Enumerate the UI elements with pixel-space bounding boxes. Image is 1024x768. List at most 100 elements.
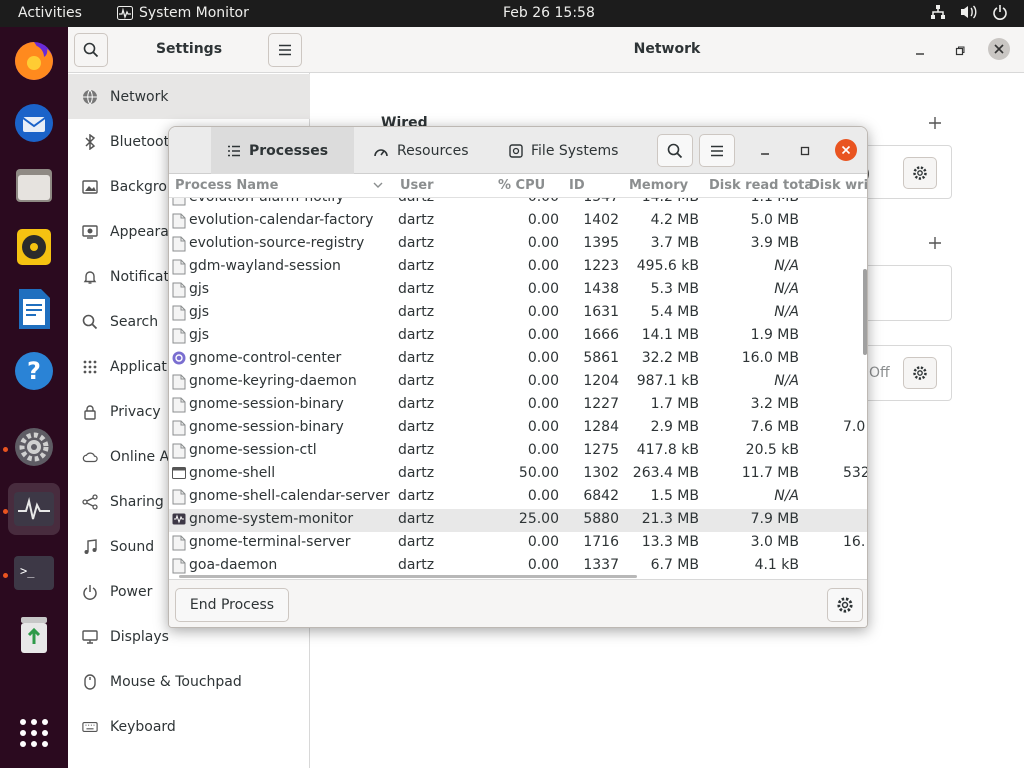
column-process-name[interactable]: Process Name	[175, 178, 278, 193]
system-monitor-launcher[interactable]	[8, 483, 60, 535]
table-row[interactable]: evolution-calendar-factory dartz 0.00 1402 4…	[169, 210, 867, 233]
app-menu[interactable]: System Monitor	[117, 5, 249, 21]
close-icon	[841, 145, 851, 155]
sysmon-maximize-button[interactable]	[793, 139, 817, 163]
column-id[interactable]: ID	[569, 178, 585, 193]
end-process-button[interactable]: End Process	[175, 588, 289, 622]
cell-memory: 14.1 MB	[641, 327, 699, 343]
cell-cpu: 50.00	[518, 465, 559, 481]
process-properties-button[interactable]	[827, 588, 863, 622]
table-row[interactable]: gnome-control-center dartz 0.00 5861 32.2 MB…	[169, 348, 867, 371]
process-search-button[interactable]	[657, 134, 693, 167]
settings-minimize-button[interactable]	[908, 39, 932, 63]
horizontal-scrollbar[interactable]	[179, 575, 637, 578]
column-user[interactable]: User	[400, 178, 434, 193]
table-row[interactable]: gnome-keyring-daemon dartz 0.00 1204 987.1 k…	[169, 371, 867, 394]
table-row[interactable]: gnome-session-binary dartz 0.00 1227 1.7 MB 3…	[169, 394, 867, 417]
writer-launcher[interactable]	[8, 283, 60, 335]
thunderbird-launcher[interactable]	[8, 97, 60, 149]
table-row[interactable]: gnome-session-binary dartz 0.00 1284 2.9 MB 7…	[169, 417, 867, 440]
settings-menu-button[interactable]	[268, 33, 302, 67]
vertical-scrollbar[interactable]	[863, 269, 867, 355]
sidebar-item-keyboard[interactable]: Keyboard	[68, 704, 310, 749]
tab-resources[interactable]: Resources	[357, 127, 485, 174]
sysmon-close-button[interactable]	[835, 139, 857, 161]
share-icon	[82, 493, 98, 510]
table-row[interactable]: gnome-terminal-server dartz 0.00 1716 13.3 M…	[169, 532, 867, 555]
cell-process-name: gnome-session-binary	[189, 396, 344, 412]
cloud-icon	[82, 449, 98, 465]
table-row[interactable]: gnome-system-monitor dartz 25.00 5880 21.3 M…	[169, 509, 867, 532]
activities-button[interactable]: Activities	[18, 5, 82, 21]
files-launcher[interactable]	[8, 159, 60, 211]
cell-id: 1223	[583, 258, 619, 274]
window-icon	[172, 466, 186, 482]
table-row[interactable]: gjs dartz 0.00 1438 5.3 MB N/A	[169, 279, 867, 302]
rhythmbox-launcher[interactable]	[8, 221, 60, 273]
cell-disk-read: 5.0 MB	[750, 212, 799, 228]
cell-memory: 2.9 MB	[650, 419, 699, 435]
column-disk-read[interactable]: Disk read tota	[709, 178, 813, 193]
table-row[interactable]: evolution-alarm-notify dartz 0.00 154714.2 …	[169, 198, 867, 210]
system-monitor-footer: End Process	[169, 579, 867, 627]
help-launcher[interactable]: ?	[8, 345, 60, 397]
firefox-launcher[interactable]	[8, 35, 60, 87]
cell-user: dartz	[398, 350, 435, 366]
column-cpu[interactable]: % CPU	[498, 178, 545, 193]
clock[interactable]: Feb 26 15:58	[503, 5, 595, 21]
cell-user: dartz	[398, 373, 435, 389]
show-apps-button[interactable]	[8, 707, 60, 759]
add-wired-button[interactable]	[928, 111, 942, 135]
column-disk-write[interactable]: Disk writ	[809, 178, 867, 193]
cell-cpu: 0.00	[527, 442, 559, 458]
trash-launcher[interactable]	[8, 609, 60, 661]
cell-disk-read: 3.9 MB	[750, 235, 799, 251]
table-row[interactable]: gdm-wayland-session dartz 0.00 1223 495.6 kB…	[169, 256, 867, 279]
process-icon	[172, 236, 186, 252]
cell-cpu: 0.00	[527, 235, 559, 251]
search-icon	[667, 143, 683, 158]
terminal-launcher[interactable]: >_	[8, 547, 60, 599]
cell-process-name: gnome-shell-calendar-server	[189, 488, 390, 504]
cell-cpu: 0.00	[527, 396, 559, 412]
sidebar-item-network[interactable]: Network	[68, 74, 310, 119]
table-row[interactable]: gnome-shell-calendar-server dartz 0.00 6842…	[169, 486, 867, 509]
proxy-settings-button[interactable]	[903, 357, 937, 389]
table-row[interactable]: gnome-shell dartz 50.00 1302 263.4 MB 11.7 MB…	[169, 463, 867, 486]
sidebar-item-label: Search	[110, 313, 159, 330]
process-table-body: evolution-alarm-notify dartz 0.00 154714.2 …	[169, 198, 867, 579]
table-row[interactable]: gjs dartz 0.00 1666 14.1 MB 1.9 MB	[169, 325, 867, 348]
table-row[interactable]: gjs dartz 0.00 1631 5.4 MB N/A	[169, 302, 867, 325]
table-row[interactable]: evolution-source-registry dartz 0.00 1395 3.…	[169, 233, 867, 256]
settings-gear-icon	[15, 428, 53, 466]
tab-file-systems[interactable]: File Systems	[493, 127, 634, 174]
column-memory[interactable]: Memory	[629, 178, 688, 193]
sidebar-item-label: Displays	[110, 628, 169, 645]
table-row[interactable]: gnome-session-ctl dartz 0.00 1275 417.8 kB 20…	[169, 440, 867, 463]
sidebar-item-label: Network	[110, 88, 169, 105]
cell-process-name: evolution-calendar-factory	[189, 212, 374, 228]
settings-close-button[interactable]	[988, 38, 1010, 60]
system-tray[interactable]	[930, 4, 1008, 20]
thunderbird-icon	[15, 104, 53, 142]
cell-user: dartz	[398, 304, 435, 320]
settings-app-icon	[172, 351, 186, 367]
add-vpn-button[interactable]	[928, 231, 942, 255]
sysmon-minimize-button[interactable]	[753, 139, 777, 163]
cell-memory: 263.4 MB	[632, 465, 699, 481]
folder-icon	[16, 169, 52, 202]
cell-user: dartz	[398, 534, 435, 550]
process-icon	[172, 259, 186, 275]
sidebar-item-mouse-touchpad[interactable]: Mouse & Touchpad	[68, 659, 310, 704]
running-indicator	[3, 447, 8, 452]
cell-memory: 32.2 MB	[641, 350, 699, 366]
keyboard-icon	[82, 719, 98, 735]
settings-launcher[interactable]	[8, 421, 60, 473]
system-monitor-menu-button[interactable]	[699, 134, 735, 167]
cell-user: dartz	[398, 465, 435, 481]
network-proxy-row[interactable]: Off	[858, 345, 952, 401]
settings-maximize-button[interactable]	[948, 39, 972, 63]
cell-cpu: 0.00	[527, 557, 559, 573]
wired-settings-button[interactable]	[903, 157, 937, 189]
tab-processes[interactable]: Processes	[211, 127, 354, 174]
